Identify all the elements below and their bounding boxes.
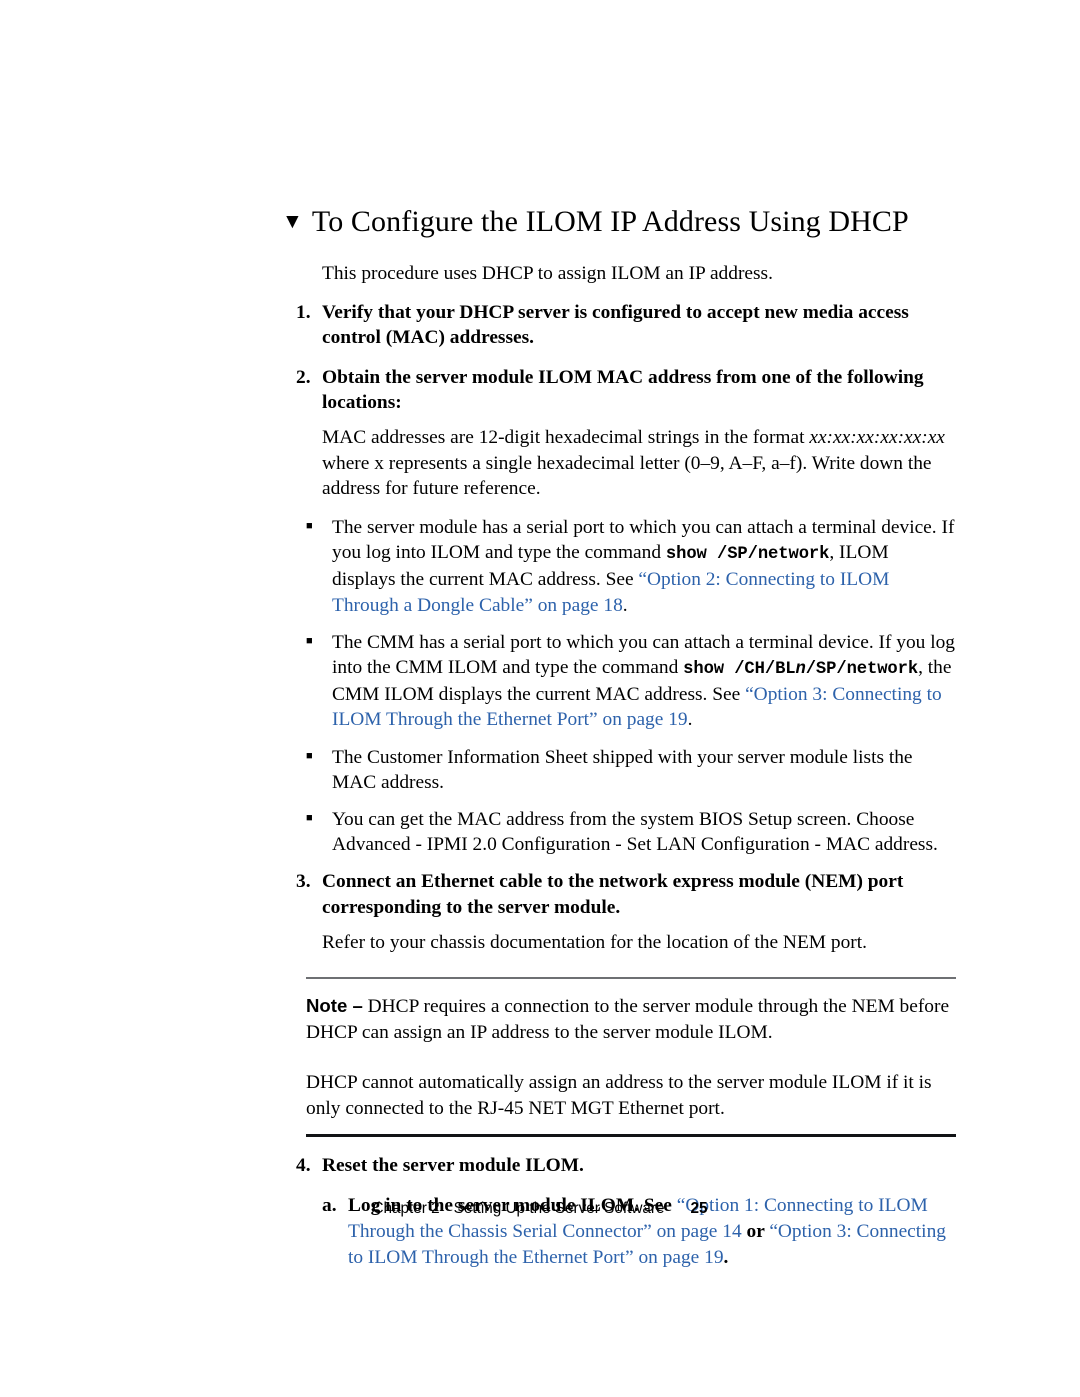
intro-block: This procedure uses DHCP to assign ILOM … — [322, 261, 956, 286]
list-item-text: The CMM has a serial port to which you c… — [332, 630, 956, 733]
step-4-number: 4. — [296, 1155, 311, 1177]
square-bullet-icon: ■ — [306, 812, 313, 825]
step-2-text: Obtain the server module ILOM MAC addres… — [322, 366, 924, 414]
bullet-2-command-variable: n — [795, 660, 806, 680]
note-body: Note – DHCP requires a connection to the… — [306, 979, 956, 1134]
procedure-triangle-icon: ▼ — [282, 209, 303, 233]
note-block: Note – DHCP requires a connection to the… — [306, 977, 956, 1138]
bullet-2-command-tail: /SP/network — [805, 660, 919, 680]
mac-format-lead: MAC addresses are 12-digit hexadecimal s… — [322, 427, 810, 449]
page-title: ▼ To Configure the ILOM IP Address Using… — [282, 205, 956, 239]
list-item-text: The server module has a serial port to w… — [332, 515, 956, 618]
step-4-text: Reset the server module ILOM. — [322, 1155, 584, 1177]
list-item: ■ The server module has a serial port to… — [306, 515, 956, 618]
intro-paragraph: This procedure uses DHCP to assign ILOM … — [322, 262, 773, 284]
step-1: 1. Verify that your DHCP server is confi… — [296, 300, 956, 351]
substep-a-end: . — [723, 1246, 729, 1268]
footer-chapter: Chapter 2 — [372, 1200, 440, 1217]
bullet-2-post: . — [687, 709, 693, 731]
mac-format-pattern: xx:xx:xx:xx:xx:xx — [809, 427, 945, 449]
bullet-2-command: show /CH/BLn/SP/network — [683, 660, 918, 679]
page-title-text: To Configure the ILOM IP Address Using D… — [311, 205, 909, 238]
list-item-text: The Customer Information Sheet shipped w… — [332, 746, 913, 793]
bullet-2-command-head: show /CH/BL — [683, 660, 796, 680]
footer-page-number: 25 — [690, 1200, 708, 1217]
square-bullet-icon: ■ — [306, 749, 313, 762]
step-3-text: Connect an Ethernet cable to the network… — [322, 871, 904, 918]
step-1-text: Verify that your DHCP server is configur… — [322, 301, 909, 349]
footer-title: Setting Up the Server Software — [453, 1200, 665, 1217]
step-3-number: 3. — [296, 871, 311, 893]
mac-format-paragraph: MAC addresses are 12-digit hexadecimal s… — [322, 425, 956, 501]
mac-location-list: ■ The server module has a serial port to… — [306, 515, 956, 857]
note-label: Note – — [306, 995, 363, 1017]
note-paragraph-1: Note – DHCP requires a connection to the… — [306, 993, 956, 1045]
note-paragraph-2: DHCP cannot automatically assign an addr… — [306, 1072, 932, 1119]
list-item: ■ The CMM has a serial port to which you… — [306, 630, 956, 733]
bullet-1-command: show /SP/network — [665, 545, 830, 565]
step-3-body: Refer to your chassis documentation for … — [322, 930, 956, 955]
list-item: ■ You can get the MAC address from the s… — [306, 807, 956, 857]
note-bottom-rule — [306, 1134, 956, 1138]
step-1-number: 1. — [296, 301, 311, 323]
step-2-number: 2. — [296, 366, 311, 388]
step-4: 4. Reset the server module ILOM. — [296, 1153, 956, 1178]
square-bullet-icon: ■ — [306, 634, 313, 647]
bullet-1-post: . — [622, 594, 628, 616]
step-3: 3. Connect an Ethernet cable to the netw… — [296, 869, 956, 920]
list-item: ■ The Customer Information Sheet shipped… — [306, 745, 956, 795]
page-footer: Chapter 2 Setting Up the Server Software 2… — [0, 1200, 1080, 1218]
note-paragraph-1-text: DHCP requires a connection to the server… — [306, 996, 950, 1043]
step-3-body-text: Refer to your chassis documentation for … — [322, 932, 867, 954]
mac-format-tail: where x represents a single hexadecimal … — [322, 452, 932, 499]
page-content: ▼ To Configure the ILOM IP Address Using… — [282, 205, 956, 1277]
document-page: ▼ To Configure the ILOM IP Address Using… — [0, 0, 1080, 1397]
substep-a-conjunction: or — [741, 1220, 770, 1242]
square-bullet-icon: ■ — [306, 520, 313, 533]
step-2-body: MAC addresses are 12-digit hexadecimal s… — [322, 425, 956, 501]
list-item-text: You can get the MAC address from the sys… — [332, 809, 938, 856]
step-2: 2. Obtain the server module ILOM MAC add… — [296, 365, 956, 416]
